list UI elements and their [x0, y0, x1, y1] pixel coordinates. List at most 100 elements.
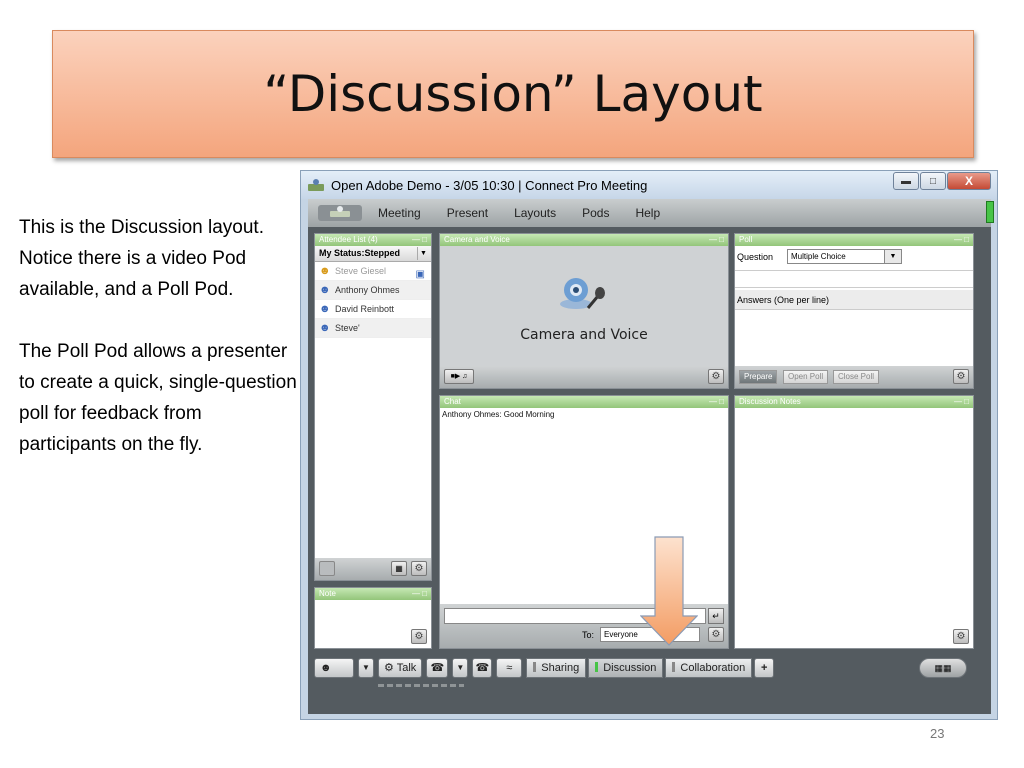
webcam-microphone-icon: [560, 278, 605, 309]
send-enter-icon[interactable]: ↵: [708, 608, 724, 624]
pod-header[interactable]: Poll — □: [735, 234, 973, 246]
discussion-notes-pod: Discussion Notes — □ ⚙: [734, 395, 974, 649]
maximize-icon[interactable]: □: [920, 172, 946, 190]
person-status-icon: ☻: [320, 662, 332, 674]
slide: “Discussion” Layout This is the Discussi…: [0, 0, 1024, 768]
bottom-toolbar: ☻ ▼ ⚙ Talk ☎ ▼ ☎ ≈ Sharing Discussion Co…: [308, 655, 991, 681]
close-icon[interactable]: X: [947, 172, 991, 190]
my-status-label: My Status:Stepped: [319, 248, 401, 258]
chat-recipient-value: Everyone: [604, 630, 638, 639]
note-pod-title: Note: [319, 589, 336, 598]
phone-icon[interactable]: ☎: [472, 658, 493, 678]
host-person-icon: ☻: [319, 265, 331, 277]
pod-window-controls-icon[interactable]: — □: [412, 588, 427, 600]
pod-window-controls-icon[interactable]: — □: [709, 234, 724, 246]
layout-toggle-icon[interactable]: ▦▦: [919, 658, 967, 678]
grid-view-icon[interactable]: ▦: [391, 561, 407, 576]
pod-window-controls-icon[interactable]: — □: [954, 396, 969, 408]
gear-icon[interactable]: ⚙: [953, 369, 969, 384]
open-poll-button[interactable]: Open Poll: [783, 370, 829, 384]
poll-pod-footer: Prepare Open Poll Close Poll ⚙: [735, 366, 973, 388]
attendee-row[interactable]: ☻ Anthony Ohmes: [315, 281, 431, 300]
answers-label: Answers (One per line): [735, 290, 973, 310]
menu-meeting[interactable]: Meeting: [378, 206, 421, 220]
menu-pods[interactable]: Pods: [582, 206, 609, 220]
pod-header[interactable]: Discussion Notes — □: [735, 396, 973, 408]
my-status-dropdown[interactable]: My Status:Stepped ▼: [315, 246, 431, 262]
connect-app-icon: [308, 179, 324, 191]
poll-pod: Poll — □ Question Multiple Choice ▼ Answ…: [734, 233, 974, 389]
attendee-name: Anthony Ohmes: [335, 285, 400, 295]
prepare-button[interactable]: Prepare: [739, 370, 778, 384]
slide-title: “Discussion” Layout: [263, 65, 763, 123]
camera-voice-label: Camera and Voice: [520, 327, 648, 343]
chevron-down-icon[interactable]: ▼: [884, 250, 901, 263]
menu-layouts[interactable]: Layouts: [514, 206, 556, 220]
tab-sharing[interactable]: Sharing: [526, 658, 587, 678]
audio-level-meter: [378, 684, 464, 687]
chat-to-label: To:: [582, 630, 595, 640]
question-type-value: Multiple Choice: [791, 252, 846, 261]
gear-icon[interactable]: ⚙: [411, 561, 427, 576]
description-paragraph-2: The Poll Pod allows a presenter to creat…: [19, 341, 297, 455]
attendee-action-button[interactable]: [319, 561, 335, 576]
gear-icon[interactable]: ⚙: [708, 627, 724, 642]
page-number: 23: [930, 726, 945, 741]
talk-label: Talk: [396, 662, 417, 674]
tab-indicator-icon: [595, 662, 599, 672]
menu-help[interactable]: Help: [635, 206, 660, 220]
microphone-icon: ⚙: [384, 662, 394, 674]
tab-collaboration[interactable]: Collaboration: [665, 658, 753, 678]
window-title: Open Adobe Demo - 3/05 10:30 | Connect P…: [331, 177, 648, 193]
status-icon-button[interactable]: ☻: [314, 658, 354, 678]
tab-discussion-label: Discussion: [603, 662, 657, 674]
talk-button[interactable]: ⚙ Talk: [378, 658, 423, 678]
chevron-down-icon[interactable]: ▼: [358, 658, 374, 678]
gear-icon[interactable]: ⚙: [708, 369, 724, 384]
minimize-icon[interactable]: ▬: [893, 172, 919, 190]
pod-window-controls-icon[interactable]: — □: [709, 396, 724, 408]
question-type-select[interactable]: Multiple Choice ▼: [787, 249, 902, 264]
menu-present[interactable]: Present: [447, 206, 488, 220]
attendee-name: David Reinbott: [335, 304, 395, 314]
tab-sharing-label: Sharing: [541, 662, 580, 674]
pod-header[interactable]: Chat — □: [440, 396, 728, 408]
attendee-row[interactable]: ☻ David Reinbott: [315, 300, 431, 319]
window-titlebar[interactable]: Open Adobe Demo - 3/05 10:30 | Connect P…: [301, 171, 997, 199]
question-label: Question: [737, 252, 774, 262]
question-input[interactable]: [735, 270, 973, 288]
attendee-pod-footer: ▦ ⚙: [315, 558, 431, 580]
gear-icon[interactable]: ⚙: [411, 629, 427, 644]
tab-collaboration-label: Collaboration: [680, 662, 746, 674]
attendee-row[interactable]: ☻ Steve': [315, 319, 431, 338]
description-paragraph-1: This is the Discussion layout. Notice th…: [19, 217, 264, 300]
pod-window-controls-icon[interactable]: — □: [412, 234, 427, 246]
chat-pod-title: Chat: [444, 397, 461, 406]
person-icon: ☻: [319, 322, 331, 334]
phone-icon[interactable]: ☎: [426, 658, 449, 678]
connection-indicator: [986, 201, 994, 223]
add-layout-button[interactable]: +: [754, 658, 775, 678]
pod-header[interactable]: Attendee List (4) — □: [315, 234, 431, 246]
attendee-name: Steve Giesel: [335, 266, 387, 276]
camera-pod-footer: ■▶ ♫ ⚙: [440, 366, 728, 388]
attendee-list: ☻ Steve Giesel ▣ ☻ Anthony Ohmes ☻ David…: [315, 262, 431, 338]
poll-pod-title: Poll: [739, 235, 753, 244]
note-pod-footer: ⚙: [315, 626, 431, 648]
connect-logo-icon[interactable]: [316, 201, 364, 225]
gear-icon[interactable]: ⚙: [953, 629, 969, 644]
start-camera-button[interactable]: ■▶ ♫: [444, 369, 474, 384]
call-settings-icon[interactable]: ≈: [496, 658, 523, 678]
pod-header[interactable]: Camera and Voice — □: [440, 234, 728, 246]
pod-header[interactable]: Note — □: [315, 588, 431, 600]
pod-window-controls-icon[interactable]: — □: [954, 234, 969, 246]
attendee-pod-title: Attendee List (4): [319, 235, 378, 244]
chevron-down-icon[interactable]: ▼: [452, 658, 469, 678]
attendee-name: Steve': [335, 323, 360, 333]
tab-discussion[interactable]: Discussion: [588, 658, 664, 678]
menubar: Meeting Present Layouts Pods Help: [308, 199, 994, 227]
close-poll-button[interactable]: Close Poll: [833, 370, 880, 384]
chevron-down-icon[interactable]: ▼: [417, 247, 429, 260]
attendee-row[interactable]: ☻ Steve Giesel ▣: [315, 262, 431, 281]
camera-pod-title: Camera and Voice: [444, 235, 510, 244]
